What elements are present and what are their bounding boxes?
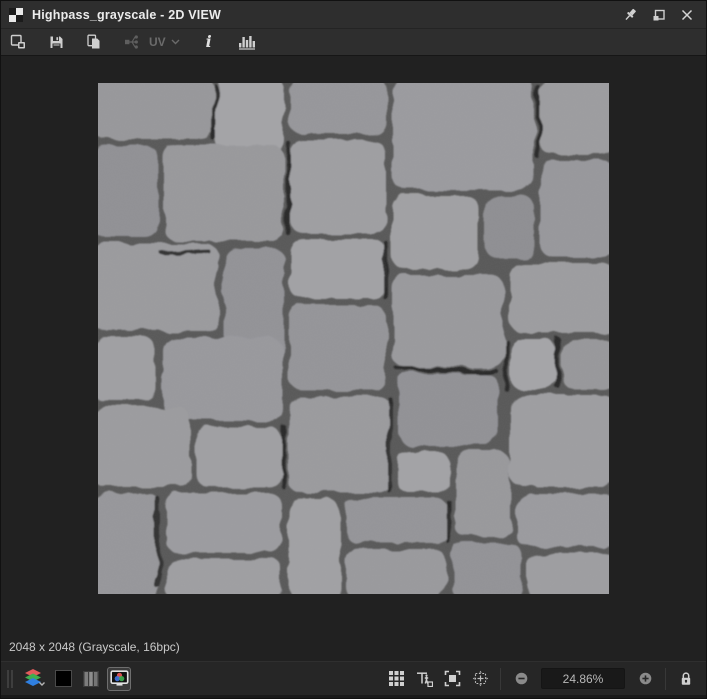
fit-view-button[interactable] xyxy=(440,667,464,691)
zoom-out-button[interactable] xyxy=(509,667,533,691)
window-bottom-edge xyxy=(1,695,706,698)
titlebar[interactable]: Highpass_grayscale - 2D VIEW xyxy=(1,1,706,29)
window-icon xyxy=(9,7,23,22)
grayscale-ramp-icon xyxy=(83,670,99,687)
histogram-icon xyxy=(238,35,256,50)
toolbar-grip[interactable] xyxy=(7,669,13,688)
zoom-in-button[interactable] xyxy=(633,667,657,691)
uv-mode-dropdown[interactable]: UV xyxy=(145,30,184,54)
divider xyxy=(500,667,501,690)
node-link-icon xyxy=(124,34,140,50)
pin-button[interactable] xyxy=(620,5,642,25)
restore-icon xyxy=(651,7,667,23)
new-view-icon xyxy=(10,34,27,50)
chevron-down-icon xyxy=(171,39,180,45)
toolbar: UV i xyxy=(1,29,706,56)
save-icon xyxy=(49,35,64,50)
info-icon: i xyxy=(205,32,212,51)
grid-toggle-button[interactable] xyxy=(384,667,408,691)
grid-icon xyxy=(388,671,404,686)
uv-mode-label: UV xyxy=(149,35,166,49)
texture-image xyxy=(98,83,609,594)
image-info-text: 2048 x 2048 (Grayscale, 16bpc) xyxy=(9,640,180,654)
pin-icon xyxy=(623,7,639,23)
lock-icon xyxy=(678,671,694,687)
close-icon xyxy=(680,8,694,22)
link-node-button[interactable] xyxy=(119,30,145,54)
new-2d-view-button[interactable] xyxy=(5,30,31,54)
information-button[interactable]: i xyxy=(196,30,222,54)
channels-layers-icon xyxy=(25,669,45,688)
monitor-rgb-icon xyxy=(109,670,129,687)
zoom-level-field[interactable]: 24.86% xyxy=(541,668,625,689)
2d-view-canvas[interactable]: 2048 x 2048 (Grayscale, 16bpc) xyxy=(1,56,706,661)
restore-button[interactable] xyxy=(648,5,670,25)
zoom-controls: 24.86% xyxy=(507,667,659,691)
actual-size-icon xyxy=(415,670,433,687)
close-button[interactable] xyxy=(676,5,698,25)
texture-image-wrap[interactable] xyxy=(98,83,609,594)
actual-size-button[interactable] xyxy=(412,667,436,691)
pan-view-button[interactable] xyxy=(468,667,492,691)
save-image-button[interactable] xyxy=(43,30,69,54)
black-swatch-icon xyxy=(54,670,72,687)
lock-zoom-button[interactable] xyxy=(674,667,698,691)
histogram-button[interactable] xyxy=(234,30,260,54)
window-title: Highpass_grayscale - 2D VIEW xyxy=(32,7,222,22)
bottom-toolbar: 24.86% xyxy=(1,661,706,695)
copy-icon xyxy=(86,34,102,50)
copy-image-button[interactable] xyxy=(81,30,107,54)
pan-icon xyxy=(472,670,489,687)
fit-view-icon xyxy=(444,670,461,687)
minus-icon xyxy=(515,672,528,685)
display-rgb-button[interactable] xyxy=(107,666,131,691)
channels-select-button[interactable] xyxy=(23,667,47,691)
plus-icon xyxy=(639,672,652,685)
divider xyxy=(665,667,666,690)
grayscale-ramp-button[interactable] xyxy=(79,667,103,691)
background-black-button[interactable] xyxy=(51,667,75,691)
